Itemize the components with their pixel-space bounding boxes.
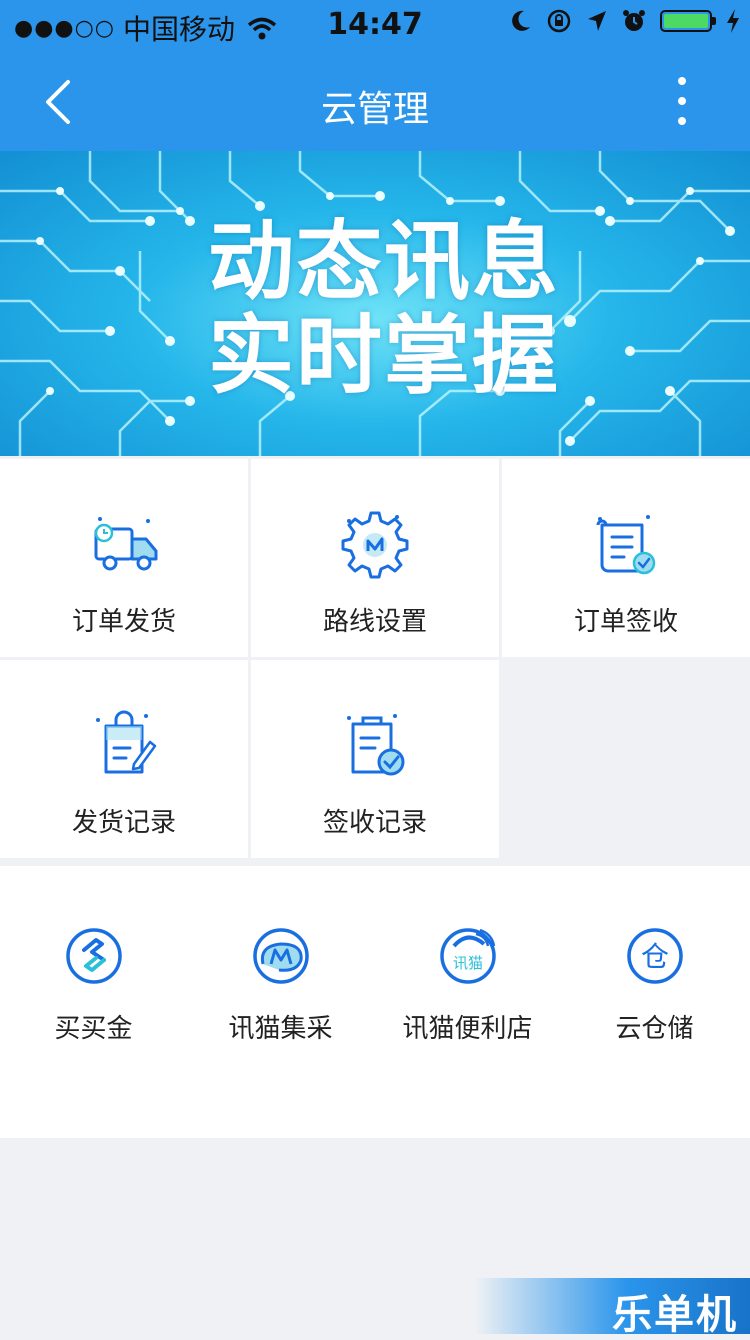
service-maimaijin[interactable]: 买买金 xyxy=(0,924,187,1045)
service-xunmao-store[interactable]: 讯猫 讯猫便利店 xyxy=(374,924,561,1045)
alarm-icon xyxy=(623,10,645,31)
maimaijin-icon xyxy=(65,928,122,984)
watermark-text: 乐单机 xyxy=(612,1292,738,1338)
grid-item-receipt-record[interactable]: 签收记录 xyxy=(251,660,499,858)
banner-line-2: 实时掌握 xyxy=(208,306,560,406)
route-settings-gear-icon xyxy=(341,511,409,579)
charging-bolt-icon xyxy=(727,9,739,33)
banner-line-1: 动态讯息 xyxy=(208,212,560,312)
grid-item-shipping-record[interactable]: 发货记录 xyxy=(0,660,248,858)
grid-item-label: 签收记录 xyxy=(322,808,427,838)
grid-item-order-receipt[interactable]: 订单签收 xyxy=(502,459,750,657)
service-xunmao-purchase[interactable]: 讯猫集采 xyxy=(187,924,374,1045)
grid-item-label: 路线设置 xyxy=(322,607,427,637)
watermark-logo: 乐单机 xyxy=(475,1278,750,1338)
service-label: 云仓储 xyxy=(615,1014,694,1044)
order-receipt-check-icon xyxy=(596,515,656,575)
grid-item-order-delivery[interactable]: 订单发货 xyxy=(0,459,248,657)
grid-item-label: 订单发货 xyxy=(71,607,176,637)
page-title: 云管理 xyxy=(320,89,429,130)
promo-banner[interactable]: 动态讯息 实时掌握 xyxy=(0,151,750,456)
service-label: 讯猫集采 xyxy=(228,1014,333,1044)
store-icon-text: 讯猫 xyxy=(452,954,482,972)
status-bar: ●●●○○ 中国移动 14:47 xyxy=(0,0,750,50)
services-panel: 买买金 讯猫集采 讯猫 讯猫便利店 仓 云仓储 xyxy=(0,866,750,1138)
banner-headline: 动态讯息 实时掌握 xyxy=(208,215,560,403)
more-options-icon[interactable] xyxy=(674,76,690,126)
grid-item-label: 发货记录 xyxy=(71,808,176,838)
shipping-record-clipboard-icon xyxy=(96,710,157,774)
service-label: 买买金 xyxy=(54,1014,133,1044)
service-label: 讯猫便利店 xyxy=(402,1014,533,1044)
delivery-truck-icon xyxy=(94,517,158,571)
rotation-lock-icon xyxy=(547,9,571,33)
xunmao-purchase-icon xyxy=(252,928,309,984)
xunmao-store-icon: 讯猫 xyxy=(439,928,496,984)
cloud-storage-icon: 仓 xyxy=(626,928,683,984)
service-cloud-storage[interactable]: 仓 云仓储 xyxy=(561,924,748,1045)
receipt-record-clipboard-icon xyxy=(347,714,405,776)
storage-icon-text: 仓 xyxy=(640,940,668,973)
battery-icon xyxy=(660,10,716,32)
moon-icon xyxy=(512,10,530,31)
location-arrow-icon xyxy=(588,11,606,31)
grid-item-label: 订单签收 xyxy=(573,607,678,637)
navigation-bar: 云管理 xyxy=(0,50,750,151)
grid-item-route-settings[interactable]: 路线设置 xyxy=(251,459,499,657)
